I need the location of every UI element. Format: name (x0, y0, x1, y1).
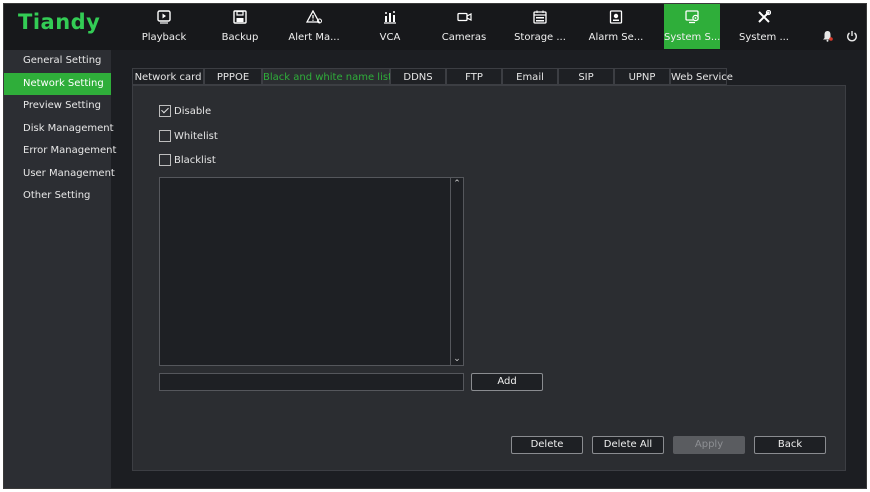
nav-playback[interactable]: Playback (136, 4, 192, 49)
sidebar-item-preview-setting[interactable]: Preview Setting (4, 95, 111, 118)
sidebar-item-general-setting[interactable]: General Setting (4, 50, 111, 73)
address-list[interactable]: ⌃ ⌄ (159, 177, 464, 366)
alert-icon (286, 9, 342, 28)
nav-alarm-label: Alarm Se... (588, 32, 644, 43)
nav-alert-management[interactable]: Alert Ma... (286, 4, 342, 49)
settings-sidebar: General Setting Network Setting Preview … (4, 50, 116, 488)
tab-black-white-list[interactable]: Black and white name list (262, 68, 392, 85)
sidebar-item-error-management[interactable]: Error Management (4, 140, 116, 163)
whitelist-label: Whitelist (174, 131, 218, 142)
tab-upnp[interactable]: UPNP (614, 68, 670, 85)
nav-vca-label: VCA (379, 32, 401, 43)
nav-vca[interactable]: VCA (362, 4, 418, 49)
tab-email[interactable]: Email (502, 68, 558, 85)
nav-system-settings-label: System S... (664, 32, 721, 43)
sidebar-item-other-setting[interactable]: Other Setting (4, 185, 111, 208)
nav-alarm-settings[interactable]: Alarm Se... (588, 4, 644, 49)
playback-icon (136, 10, 192, 28)
nav-cameras[interactable]: Cameras (436, 4, 492, 49)
blacklist-option[interactable]: Blacklist (159, 154, 216, 168)
sidebar-item-disk-management[interactable]: Disk Management (4, 118, 114, 141)
tools-icon (736, 9, 792, 28)
address-input[interactable] (159, 373, 464, 391)
disable-label: Disable (174, 106, 212, 117)
nav-system-maintenance[interactable]: System ... (736, 4, 792, 49)
delete-all-button[interactable]: Delete All (592, 436, 664, 454)
nav-backup[interactable]: Backup (212, 4, 268, 49)
nav-storage[interactable]: Storage ... (512, 4, 568, 49)
camera-icon (436, 10, 492, 28)
storage-icon (512, 10, 568, 28)
nav-storage-label: Storage ... (514, 32, 566, 43)
scroll-track[interactable] (451, 190, 463, 353)
tab-pppoe[interactable]: PPPOE (204, 68, 262, 85)
nav-alert-label: Alert Ma... (288, 32, 340, 43)
alarm-settings-icon (588, 10, 644, 28)
whitelist-option[interactable]: Whitelist (159, 130, 218, 144)
tab-ftp[interactable]: FTP (446, 68, 502, 85)
apply-button[interactable]: Apply (673, 436, 745, 454)
nav-system-settings[interactable]: System S... (664, 4, 720, 49)
nav-backup-label: Backup (221, 32, 259, 43)
bell-icon[interactable] (822, 30, 833, 45)
list-scrollbar[interactable]: ⌃ ⌄ (450, 178, 463, 365)
tab-ddns[interactable]: DDNS (390, 68, 446, 85)
brand-logo: Tiandy (18, 10, 101, 34)
delete-button[interactable]: Delete (511, 436, 583, 454)
back-button[interactable]: Back (754, 436, 826, 454)
app-window: Tiandy Playback Backup Alert Ma... VCA C… (3, 3, 867, 489)
save-icon (212, 10, 268, 28)
whitelist-checkbox[interactable] (159, 130, 171, 142)
tab-web-service[interactable]: Web Service (670, 68, 733, 85)
system-settings-icon (664, 10, 720, 28)
top-right-controls (812, 30, 858, 45)
nav-playback-label: Playback (141, 32, 187, 43)
nav-system-maintenance-label: System ... (738, 32, 789, 43)
sidebar-item-network-setting[interactable]: Network Setting (4, 72, 111, 95)
blacklist-label: Blacklist (174, 155, 216, 166)
nav-cameras-label: Cameras (441, 32, 487, 43)
tab-sip[interactable]: SIP (558, 68, 614, 85)
disable-checkbox[interactable] (159, 105, 171, 117)
vca-chart-icon (362, 10, 418, 28)
add-button[interactable]: Add (471, 373, 543, 391)
sidebar-item-user-management[interactable]: User Management (4, 163, 115, 186)
power-icon[interactable] (846, 30, 858, 45)
scroll-up-icon[interactable]: ⌃ (451, 178, 463, 190)
top-navigation-bar: Tiandy Playback Backup Alert Ma... VCA C… (4, 4, 866, 50)
disable-option[interactable]: Disable (159, 105, 211, 119)
blacklist-checkbox[interactable] (159, 154, 171, 166)
scroll-down-icon[interactable]: ⌄ (451, 353, 463, 365)
tab-network-card[interactable]: Network card (132, 68, 204, 85)
